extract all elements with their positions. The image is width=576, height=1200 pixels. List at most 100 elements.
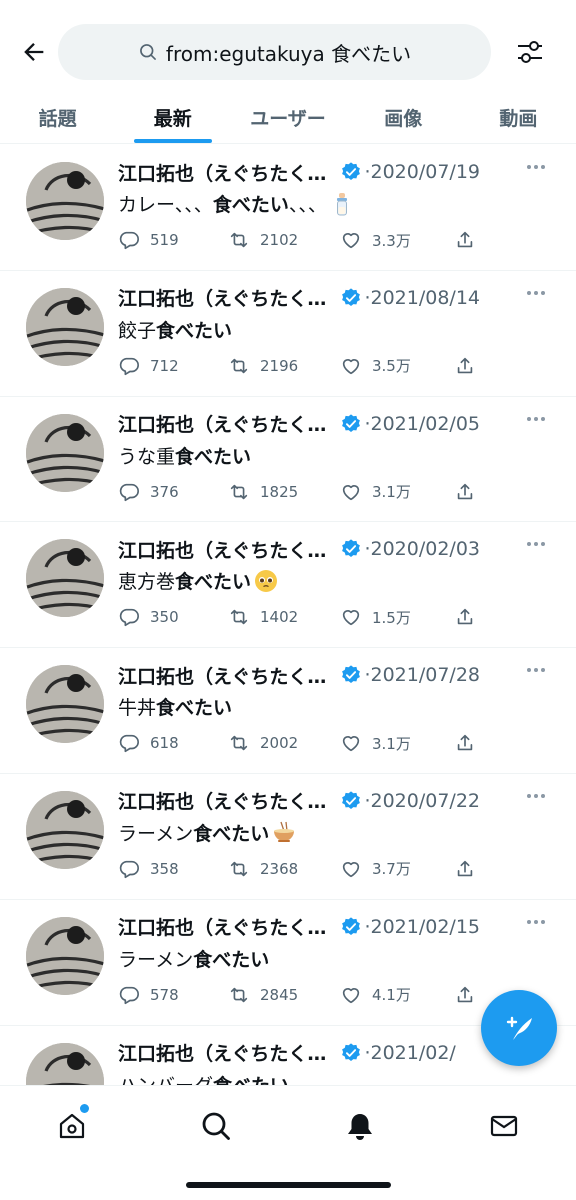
like-button[interactable]: 4.1万 (340, 982, 411, 1008)
tweet-row[interactable]: 江口拓也（えぐちたく… · 2021/08/14 餃子 食べたい 712 2196 3.5万 (0, 271, 576, 397)
more-options-icon[interactable] (526, 416, 546, 422)
share-button[interactable] (454, 604, 476, 630)
tweet-actions: 350 1402 1.5万 (118, 604, 498, 630)
tweet-text: ラーメン 食べたい (118, 819, 296, 846)
more-options-icon[interactable] (526, 667, 546, 673)
verified-badge-icon (342, 791, 361, 809)
reply-button[interactable]: 618 (118, 730, 179, 756)
reply-button[interactable]: 519 (118, 227, 179, 253)
search-input[interactable]: from:egutakuya 食べたい (58, 24, 491, 80)
tweet-date[interactable]: 2020/07/22 (370, 790, 480, 812)
share-button[interactable] (454, 856, 476, 882)
more-options-icon[interactable] (526, 290, 546, 296)
tweet-date[interactable]: 2020/02/03 (370, 538, 480, 560)
author-name[interactable]: 江口拓也（えぐちたく… (118, 662, 326, 689)
nav-home[interactable] (50, 1104, 94, 1148)
tweet-actions: 519 2102 3.3万 (118, 227, 498, 253)
tweet-date[interactable]: 2021/02/15 (370, 916, 480, 938)
retweet-count: 2845 (260, 985, 299, 1004)
retweet-button[interactable]: 2102 (228, 227, 298, 253)
avatar[interactable] (26, 790, 104, 869)
reply-button[interactable]: 578 (118, 982, 179, 1008)
avatar[interactable] (26, 287, 104, 366)
tweet-text-keyword: 食べたい (156, 319, 233, 342)
more-options-icon[interactable] (526, 164, 546, 170)
like-button[interactable]: 3.1万 (340, 730, 411, 756)
back-button[interactable] (16, 34, 52, 70)
tab-videos[interactable]: 動画 (461, 92, 576, 143)
avatar[interactable] (26, 665, 104, 744)
tab-photos[interactable]: 画像 (346, 92, 461, 143)
retweet-button[interactable]: 2196 (228, 353, 298, 379)
author-name[interactable]: 江口拓也（えぐちたく… (118, 787, 326, 814)
like-button[interactable]: 3.3万 (340, 227, 411, 253)
avatar[interactable] (26, 539, 104, 618)
tweet-date[interactable]: 2021/08/14 (370, 287, 480, 309)
retweet-button[interactable]: 1825 (228, 479, 298, 505)
tweet-row[interactable]: 江口拓也（えぐちたく… · 2020/07/19 カレー、、、 食べたい、、、 519 21… (0, 145, 576, 271)
retweet-count: 2002 (260, 734, 299, 753)
heart-icon (342, 484, 360, 500)
like-button[interactable]: 3.5万 (340, 353, 411, 379)
search-settings-button[interactable] (512, 34, 548, 70)
reply-button[interactable]: 376 (118, 479, 179, 505)
avatar[interactable] (26, 413, 104, 492)
tweet-row[interactable]: 江口拓也（えぐちたく… · 2020/07/22 ラーメン 食べたい 358 2368 3.7… (0, 774, 576, 900)
heart-icon (342, 610, 360, 626)
tweet-date[interactable]: 2020/07/19 (370, 161, 480, 183)
like-button[interactable]: 3.1万 (340, 479, 411, 505)
share-button[interactable] (454, 227, 476, 253)
more-options-icon[interactable] (526, 793, 546, 799)
reply-button[interactable]: 358 (118, 856, 179, 882)
reply-button[interactable]: 712 (118, 353, 179, 379)
heart-icon (342, 233, 360, 249)
tweet-date[interactable]: 2021/02/ (370, 1042, 455, 1064)
retweet-button[interactable]: 2368 (228, 856, 298, 882)
tweet-text-keyword: 食べたい (213, 1071, 289, 1085)
nav-messages[interactable] (482, 1104, 526, 1148)
author-name[interactable]: 江口拓也（えぐちたく… (118, 913, 326, 940)
retweet-button[interactable]: 1402 (228, 604, 298, 630)
author-name[interactable]: 江口拓也（えぐちたく… (118, 159, 326, 186)
like-button[interactable]: 3.7万 (340, 856, 411, 882)
tweet-text-keyword: 食べたい (156, 697, 233, 720)
tweet-text: 牛丼 食べたい (118, 693, 232, 720)
avatar-image (26, 162, 104, 240)
tweet-row[interactable]: 江口拓也（えぐちたく… · 2021/02/05 うな重 食べたい 376 1825 3.1万 (0, 397, 576, 523)
home-icon (59, 1113, 85, 1139)
like-button[interactable]: 1.5万 (340, 604, 411, 630)
avatar-image (26, 916, 104, 995)
avatar[interactable] (26, 162, 104, 240)
share-button[interactable] (454, 730, 476, 756)
retweet-button[interactable]: 2845 (228, 982, 298, 1008)
tweet-actions: 712 2196 3.5万 (118, 353, 498, 379)
avatar-image (26, 539, 104, 618)
tab-top[interactable]: 話題 (0, 92, 115, 143)
tweet-date[interactable]: 2021/02/05 (370, 413, 480, 435)
tab-people[interactable]: ユーザー (230, 92, 345, 143)
share-button[interactable] (454, 479, 476, 505)
share-button[interactable] (454, 353, 476, 379)
retweet-button[interactable]: 2002 (228, 730, 298, 756)
tweet-row[interactable]: 江口拓也（えぐちたく… · 2020/02/03 恵方巻 食べたい 350 1402 1.5万 (0, 522, 576, 649)
top-bar: from:egutakuya 食べたい (0, 0, 576, 92)
avatar[interactable] (26, 916, 104, 995)
tab-latest[interactable]: 最新 (115, 92, 230, 143)
nav-notifications[interactable] (338, 1104, 382, 1148)
compose-tweet-button[interactable] (481, 990, 557, 1066)
more-options-icon[interactable] (526, 541, 546, 547)
share-button[interactable] (454, 982, 476, 1008)
author-name[interactable]: 江口拓也（えぐちたく… (118, 1039, 326, 1066)
tweet-header: 江口拓也（えぐちたく… · 2020/07/19 (118, 157, 558, 187)
reply-count: 618 (150, 734, 179, 753)
reply-button[interactable]: 350 (118, 604, 179, 630)
author-name[interactable]: 江口拓也（えぐちたく… (118, 536, 326, 563)
more-options-icon[interactable] (526, 919, 546, 925)
author-name[interactable]: 江口拓也（えぐちたく… (118, 284, 326, 311)
avatar[interactable] (26, 1042, 104, 1085)
author-name[interactable]: 江口拓也（えぐちたく… (118, 410, 326, 437)
like-count: 1.5万 (372, 608, 411, 627)
tweet-row[interactable]: 江口拓也（えぐちたく… · 2021/07/28 牛丼 食べたい 618 2002 3.1万 (0, 648, 576, 774)
tweet-date[interactable]: 2021/07/28 (370, 664, 480, 686)
nav-search[interactable] (194, 1104, 238, 1148)
